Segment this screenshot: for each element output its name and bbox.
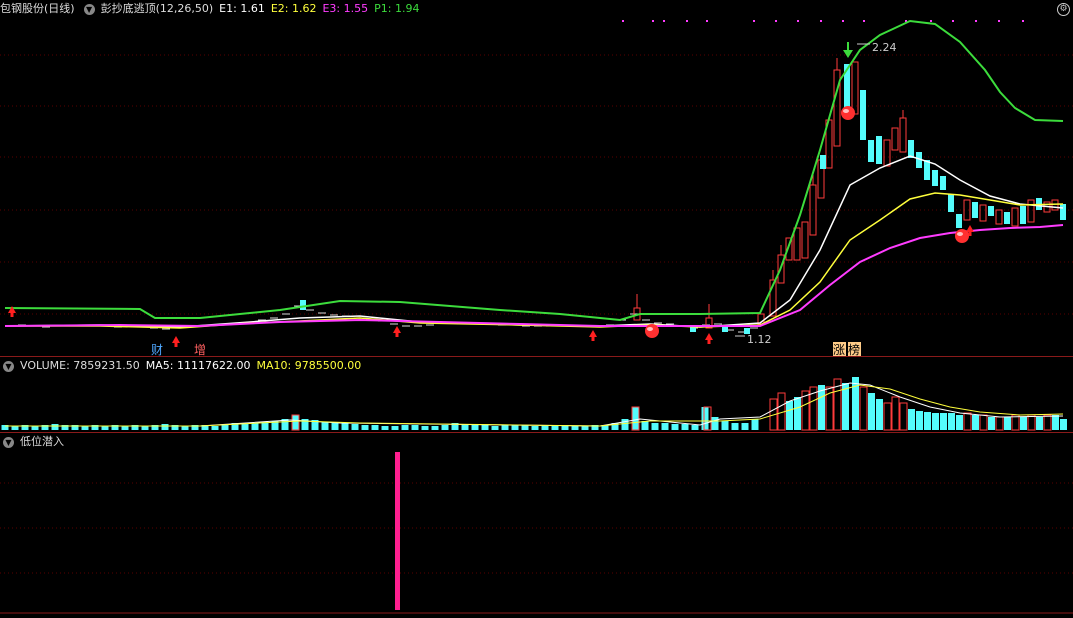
ma10-line bbox=[5, 384, 1064, 427]
low-price-annotation: 1.12 bbox=[735, 333, 772, 346]
low-price-label: 1.12 bbox=[747, 333, 772, 346]
price-pane[interactable]: 包钢股份(日线) ▼ 彭抄底逃顶(12,26,50) E1: 1.61 E2: … bbox=[0, 0, 1073, 356]
candles-rally bbox=[757, 58, 1059, 325]
ma5-line bbox=[5, 382, 1064, 427]
e1-line bbox=[4, 155, 1064, 328]
high-price-label: 2.24 bbox=[872, 41, 897, 54]
e3-line bbox=[4, 224, 1064, 328]
price-gridlines bbox=[0, 54, 1073, 315]
volume-bars-low bbox=[1, 407, 759, 430]
signal-pane[interactable]: ▼ 低位潜入 bbox=[0, 433, 1073, 618]
signal-dots bbox=[622, 20, 1024, 22]
volume-pane[interactable]: ▼ VOLUME: 7859231.50 MA5: 11117622.00 MA… bbox=[0, 357, 1073, 432]
down-arrow-icon bbox=[843, 42, 853, 58]
low-entry-signal-bar bbox=[395, 452, 400, 610]
volume-bars-rally bbox=[291, 377, 1067, 431]
p1-line bbox=[4, 19, 1064, 322]
event-marker-limit-up[interactable]: 涨 bbox=[833, 342, 845, 356]
signal-chart[interactable] bbox=[0, 433, 1073, 618]
signal-gridlines bbox=[0, 482, 1073, 574]
e2-line bbox=[5, 192, 1064, 329]
candles-rally-down bbox=[820, 64, 1066, 228]
event-marker-finance[interactable]: 财 bbox=[151, 343, 163, 356]
event-marker-board[interactable]: 榜 bbox=[848, 342, 860, 356]
event-marker-increase[interactable]: 增 bbox=[194, 343, 206, 356]
volume-chart[interactable] bbox=[0, 357, 1073, 432]
price-chart[interactable]: 2.24 1.12 财 增 涨 榜 bbox=[0, 0, 1073, 356]
